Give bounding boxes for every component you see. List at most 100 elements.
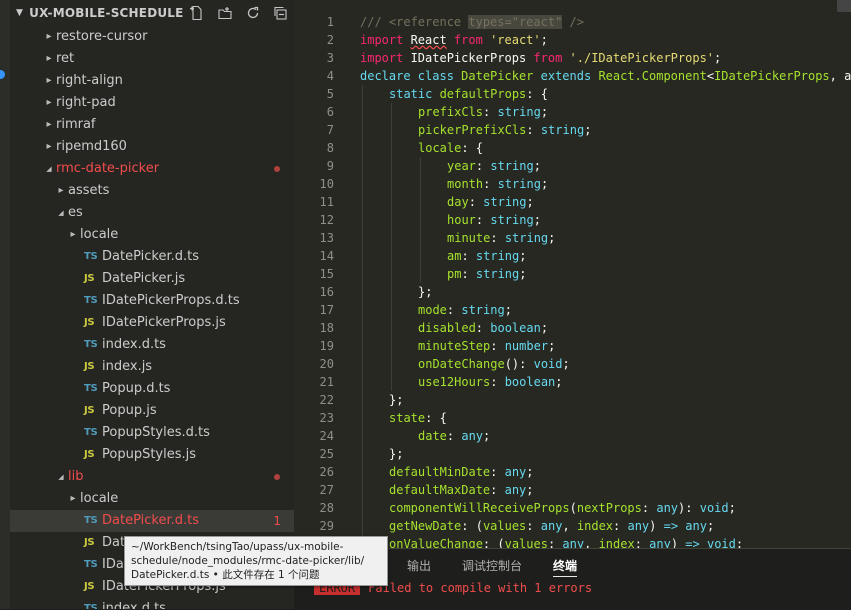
tree-file[interactable]: JS IDatePickerProps.js xyxy=(10,312,294,334)
chevron-down-icon[interactable]: ◢ xyxy=(56,202,66,224)
tree-folder[interactable]: ▸ locale xyxy=(10,488,294,510)
code-token: minuteStep xyxy=(418,339,491,353)
tree-folder[interactable]: ◢ rmc-date-picker xyxy=(10,158,294,180)
chevron-right-icon[interactable]: ▸ xyxy=(44,92,54,114)
code-token: ; xyxy=(548,339,556,353)
collapse-all-icon[interactable] xyxy=(271,4,290,22)
code-line: onDateChange(): void; xyxy=(360,355,851,373)
scroll-corner[interactable] xyxy=(837,0,851,12)
code-token: ; xyxy=(728,501,736,515)
tree-file[interactable]: JS Popup.js xyxy=(10,400,294,422)
javascript-file-icon: JS xyxy=(84,273,95,284)
tree-folder[interactable]: ▸ locale xyxy=(10,224,294,246)
chevron-right-icon[interactable]: ▸ xyxy=(44,48,54,70)
tree-file[interactable]: JS PopupStyles.js xyxy=(10,444,294,466)
chevron-right-icon[interactable]: ▸ xyxy=(68,488,78,510)
code-line: date: any; xyxy=(360,427,851,445)
code-line: minute: string; xyxy=(360,229,851,247)
activity-badge xyxy=(0,70,5,79)
chevron-right-icon[interactable]: ▸ xyxy=(44,70,54,92)
code-token: onValueChange xyxy=(389,537,483,548)
tree-folder[interactable]: ▸ assets xyxy=(10,180,294,202)
panel-tab[interactable]: 终端 xyxy=(553,555,578,577)
code-token: : xyxy=(641,501,657,515)
line-number: 1 xyxy=(326,15,334,29)
code-token: => xyxy=(685,537,700,548)
chevron-right-icon[interactable]: ▸ xyxy=(44,114,54,136)
chevron-right-icon[interactable]: ▸ xyxy=(68,224,78,246)
tree-file[interactable]: TS DatePicker.d.ts xyxy=(10,246,294,268)
code-token: , xyxy=(584,537,599,548)
code-token: values xyxy=(482,519,527,533)
code-token: void xyxy=(699,501,729,515)
panel-tab[interactable]: 输出 xyxy=(407,555,431,577)
tree-folder[interactable]: ▸ right-align xyxy=(10,70,294,92)
new-folder-icon[interactable] xyxy=(215,4,234,22)
line-number: 9 xyxy=(326,159,334,173)
code-line: minuteStep: number; xyxy=(360,337,851,355)
tree-folder[interactable]: ▸ right-pad xyxy=(10,92,294,114)
code-token: IDatePickerProps xyxy=(410,51,527,65)
tree-file[interactable]: TS PopupStyles.d.ts xyxy=(10,422,294,444)
chevron-down-icon[interactable]: ◢ xyxy=(56,466,66,488)
code-token: : xyxy=(490,375,505,389)
tree-folder[interactable]: ◢ es xyxy=(10,202,294,224)
line-number: 10 xyxy=(319,177,334,191)
tree-folder[interactable]: ▸ ret xyxy=(10,48,294,70)
chevron-down-icon: ▼ xyxy=(16,8,24,18)
tree-file[interactable]: JS DatePicker.js xyxy=(10,268,294,290)
line-number: 11 xyxy=(319,195,334,209)
code-token: ; xyxy=(533,159,541,173)
code-token: ; xyxy=(714,51,722,65)
tree-folder[interactable]: ▸ ripemd160 xyxy=(10,136,294,158)
tree-file[interactable]: TS index.d.ts xyxy=(10,598,294,609)
tree-file[interactable]: TS index.d.ts xyxy=(10,334,294,356)
line-number: 22 xyxy=(319,393,334,407)
code-editor[interactable]: 1 2 3 4 5 6 7 8 9 10 11 12 13 14 15 16 17 18 19 20 21 22 23 24 2… xyxy=(294,0,851,548)
error-message: Failed to compile with 1 errors xyxy=(368,581,593,595)
code-token: ; xyxy=(526,195,534,209)
tree-file[interactable]: TS IDatePickerProps.d.ts xyxy=(10,290,294,312)
tree-item-label: DatePicker.d.ts xyxy=(102,513,199,528)
file-tree: ▸ restore-cursor ▸ ret ▸ right-align ▸ right-pa… xyxy=(10,26,294,609)
tree-item-label: PopupStyles.js xyxy=(102,447,197,462)
code-token: : xyxy=(461,267,476,281)
code-token: ; xyxy=(483,429,491,443)
line-number: 7 xyxy=(326,123,334,137)
tree-file[interactable]: JS index.js xyxy=(10,356,294,378)
code-token: ) xyxy=(670,537,686,548)
panel-tab[interactable]: 调试控制台 xyxy=(462,555,522,577)
code-token: day xyxy=(447,195,469,209)
code-token: 'react' xyxy=(490,33,541,47)
line-number: 8 xyxy=(326,141,334,155)
code-token: ; xyxy=(526,465,534,479)
problem-count-badge: 1 xyxy=(273,514,281,528)
indent-guide xyxy=(362,85,363,548)
code-token: ): xyxy=(678,501,700,515)
code-token: static xyxy=(389,87,440,101)
tree-item-label: rmc-date-picker xyxy=(56,161,160,176)
code-token: : xyxy=(461,249,476,263)
chevron-right-icon[interactable]: ▸ xyxy=(56,180,66,202)
typescript-file-icon: TS xyxy=(84,339,98,350)
code-token: string xyxy=(504,231,549,245)
chevron-right-icon[interactable]: ▸ xyxy=(44,26,54,48)
code-area[interactable]: /// <reference types="react" /> import Re… xyxy=(360,13,851,548)
chevron-down-icon[interactable]: ◢ xyxy=(44,158,54,180)
tooltip-line: schedule/node_modules/rmc-date-picker/li… xyxy=(131,555,365,567)
tree-file[interactable]: TS Popup.d.ts xyxy=(10,378,294,400)
code-token: any xyxy=(627,519,650,533)
code-line: componentWillReceiveProps(nextProps: any… xyxy=(360,499,851,517)
code-token: : xyxy=(526,519,541,533)
tree-folder[interactable]: ◢ lib xyxy=(10,466,294,488)
refresh-icon[interactable] xyxy=(243,4,262,22)
line-number: 15 xyxy=(319,267,334,281)
chevron-right-icon[interactable]: ▸ xyxy=(44,136,54,158)
tree-item-label: restore-cursor xyxy=(56,29,148,44)
tree-folder[interactable]: ▸ restore-cursor xyxy=(10,26,294,48)
code-token: : xyxy=(613,519,628,533)
tree-file[interactable]: TS DatePicker.d.ts 1 xyxy=(10,510,294,532)
code-token: boolean xyxy=(490,321,541,335)
new-file-icon[interactable] xyxy=(187,4,206,22)
tree-folder[interactable]: ▸ rimraf xyxy=(10,114,294,136)
